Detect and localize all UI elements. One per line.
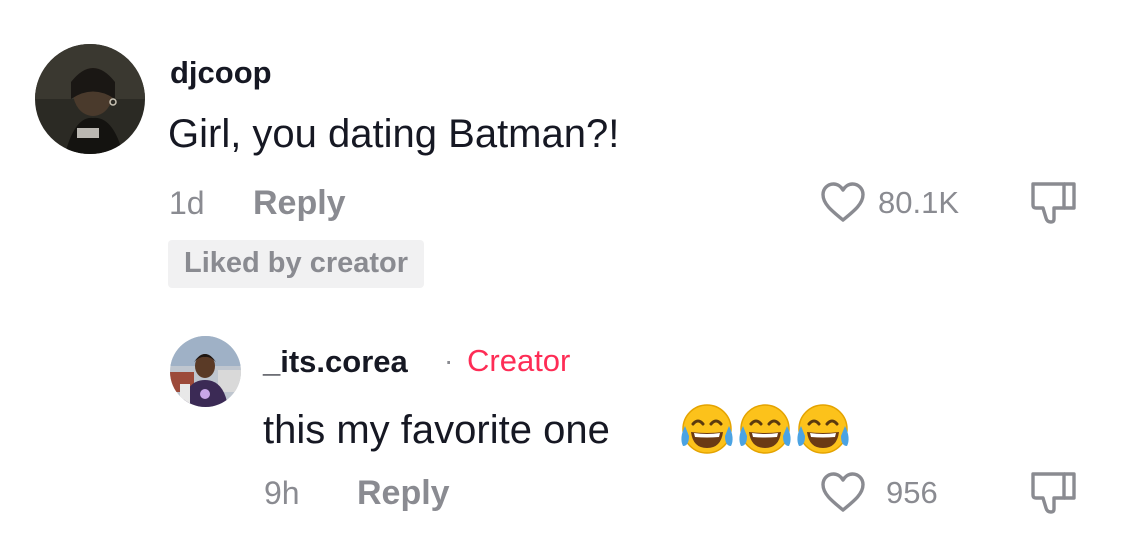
thumbs-down-icon bbox=[1031, 182, 1076, 224]
reply-timestamp: 9h bbox=[264, 475, 300, 511]
separator-dot: · bbox=[444, 345, 454, 376]
face-with-tears-of-joy-icon bbox=[681, 404, 733, 454]
comment-like-button[interactable]: 80.1K bbox=[820, 181, 959, 223]
comment-like-count: 80.1K bbox=[878, 184, 960, 220]
face-with-tears-of-joy-icon bbox=[797, 404, 849, 454]
commenter-username[interactable]: djcoop bbox=[170, 57, 272, 88]
thumbs-down-icon bbox=[1031, 472, 1076, 514]
comment-text: Girl, you dating Batman?! bbox=[168, 112, 620, 156]
reply-like-count: 956 bbox=[886, 474, 938, 510]
reply-emojis bbox=[677, 402, 851, 458]
creator-username[interactable]: _its.corea bbox=[263, 346, 408, 377]
heart-icon bbox=[821, 182, 865, 222]
reply-dislike-button[interactable] bbox=[1028, 468, 1080, 519]
comment-dislike-button[interactable] bbox=[1028, 178, 1080, 229]
user-avatar-photo-icon bbox=[35, 44, 145, 154]
commenter-avatar[interactable] bbox=[35, 44, 145, 154]
reply-reply-button[interactable]: Reply bbox=[357, 476, 450, 510]
comment-reply-button[interactable]: Reply bbox=[253, 186, 346, 220]
creator-avatar[interactable] bbox=[170, 336, 241, 407]
reply-like-button[interactable]: 956 bbox=[820, 471, 938, 513]
comment-timestamp: 1d bbox=[169, 185, 205, 221]
face-with-tears-of-joy-icon bbox=[739, 404, 791, 454]
heart-icon bbox=[821, 472, 865, 512]
reply-text: this my favorite one bbox=[263, 408, 610, 452]
liked-by-creator-badge: Liked by creator bbox=[168, 240, 425, 288]
user-avatar-photo-icon bbox=[170, 336, 241, 407]
creator-label: Creator bbox=[467, 343, 571, 378]
